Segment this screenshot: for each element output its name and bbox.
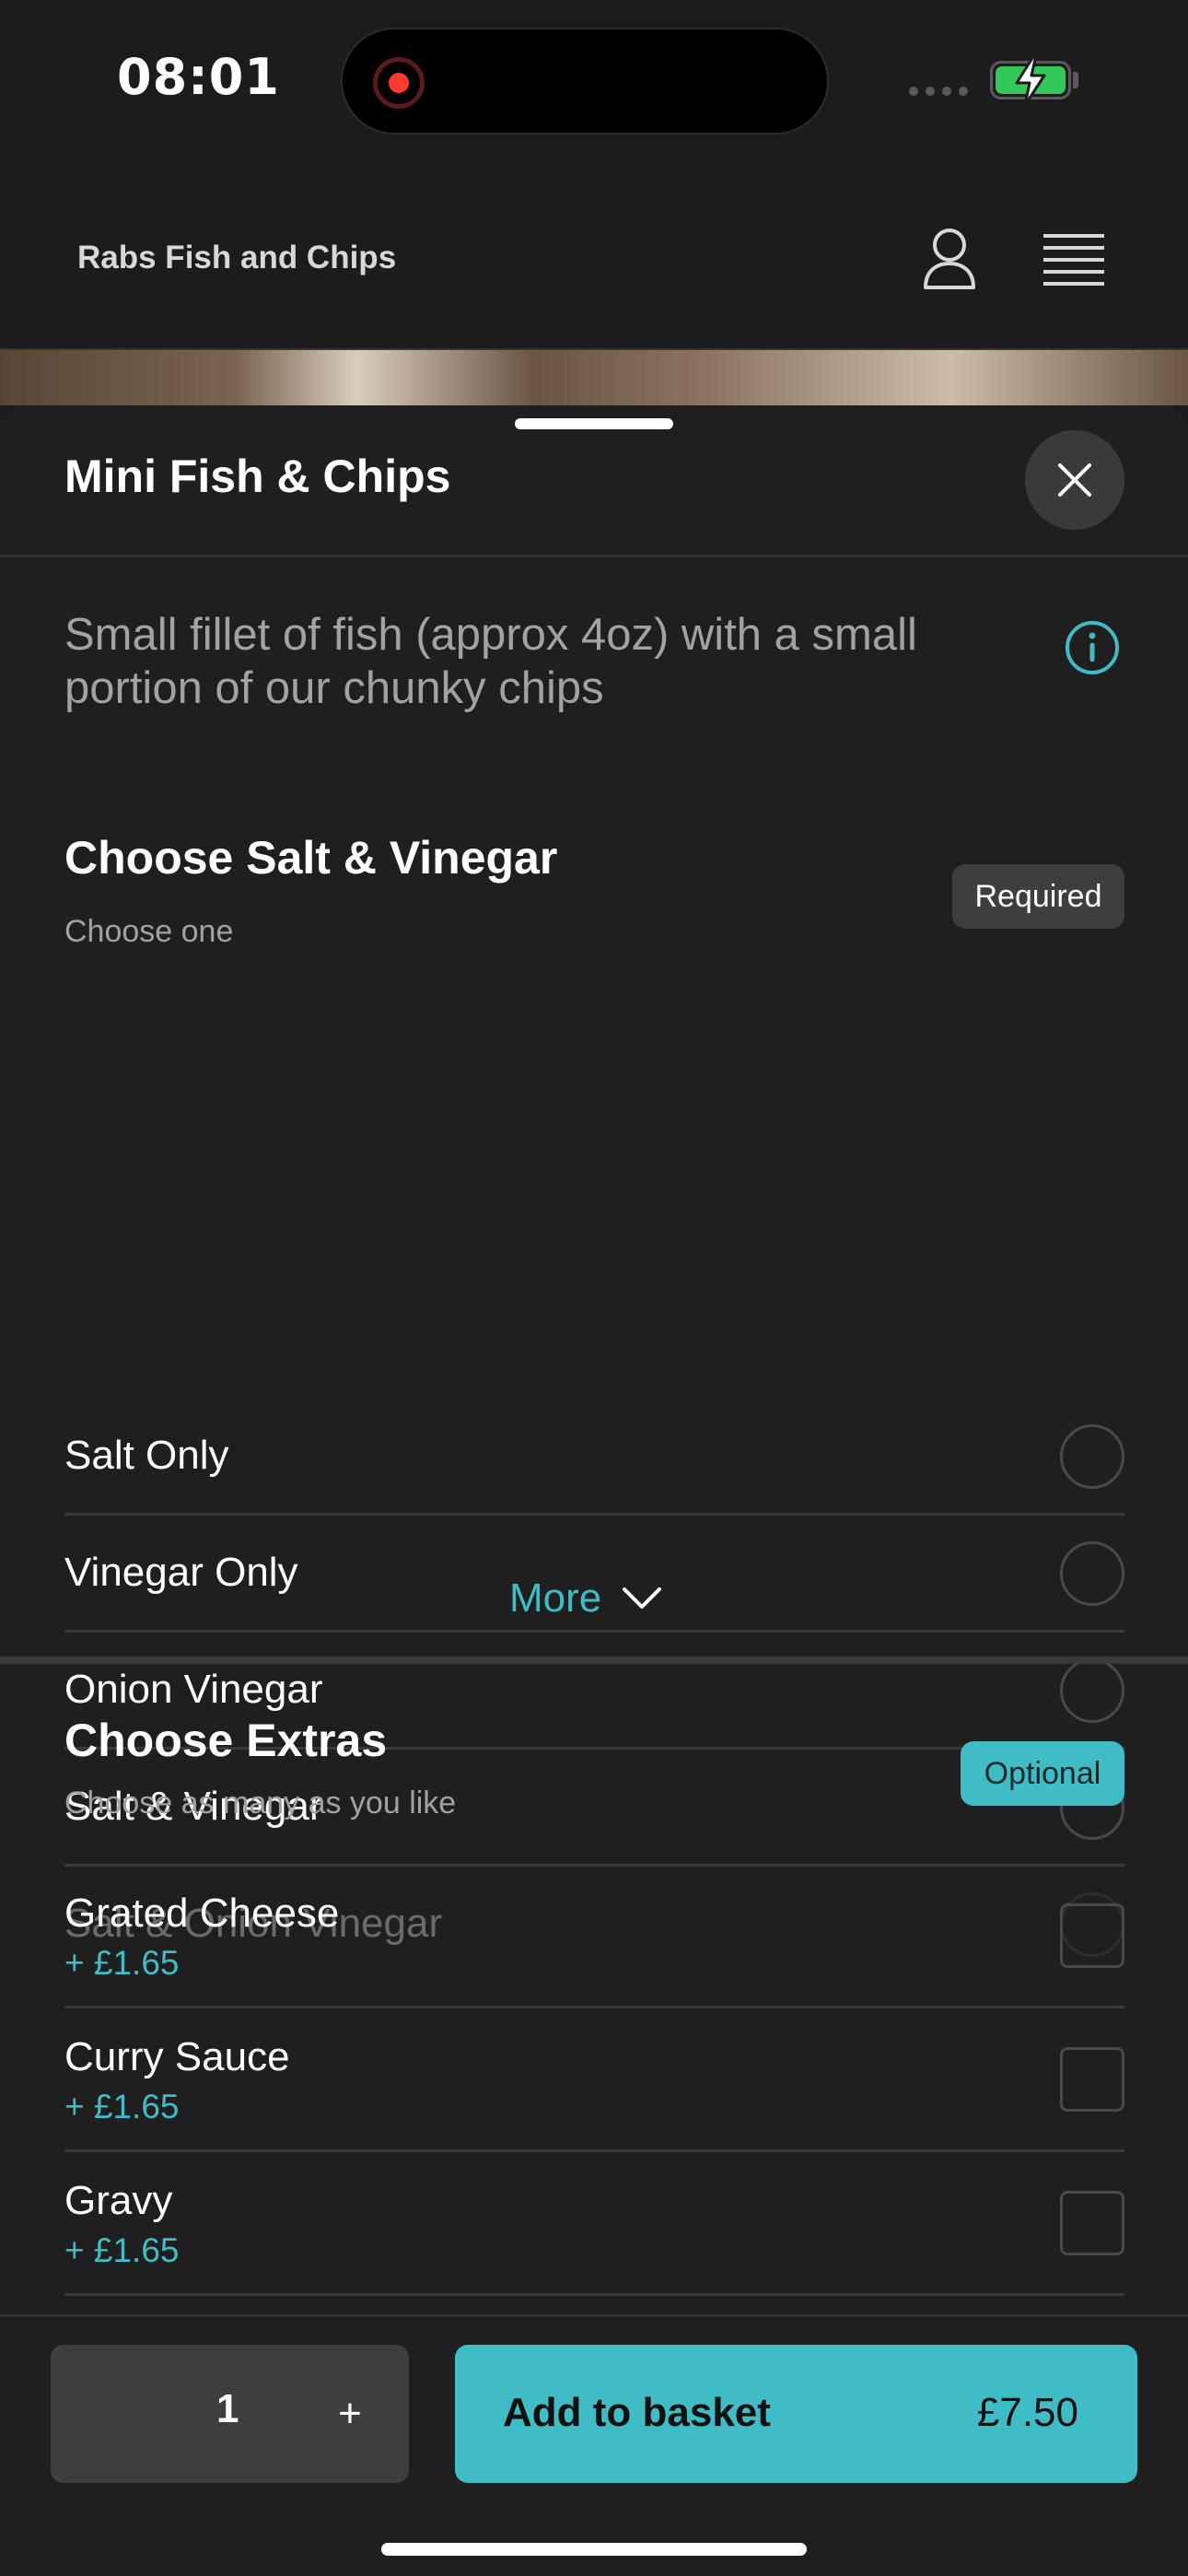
- item-title: Mini Fish & Chips: [64, 451, 451, 502]
- app-screen: 08:01 Rabs Fish and Chips Mini Fish & Ch…: [0, 0, 1188, 2576]
- more-button[interactable]: More: [509, 1575, 662, 1622]
- add-to-basket-button[interactable]: Add to basket £7.50: [455, 2345, 1137, 2483]
- extra-curry-sauce[interactable]: Curry Sauce + £1.65: [64, 2008, 1124, 2152]
- quantity-stepper[interactable]: 1 +: [51, 2345, 409, 2483]
- home-indicator[interactable]: [381, 2543, 807, 2556]
- extra-label: Gravy: [64, 2178, 173, 2223]
- extra-label: Curry Sauce: [64, 2034, 290, 2079]
- checkbox[interactable]: [1060, 2191, 1124, 2255]
- extra-price: + £1.65: [64, 2088, 180, 2125]
- optional-badge: Optional: [961, 1741, 1124, 1806]
- option-label: Onion Vinegar: [64, 1667, 323, 1712]
- extra-gravy[interactable]: Gravy + £1.65: [64, 2152, 1124, 2296]
- option-label: Salt Only: [64, 1433, 229, 1478]
- salt-section-subtitle: Choose one: [64, 914, 234, 949]
- bottom-action-bar: 1 + Add to basket £7.50: [0, 2314, 1188, 2576]
- option-label: Vinegar Only: [64, 1550, 298, 1595]
- more-label: More: [509, 1575, 602, 1621]
- close-icon: [1058, 463, 1091, 497]
- status-time: 08:01: [117, 48, 280, 106]
- charging-bolt-icon: [1015, 53, 1046, 107]
- extra-price: + £1.65: [64, 2231, 180, 2269]
- signal-icon: [909, 87, 968, 96]
- radio-button[interactable]: [1060, 1658, 1124, 1723]
- salt-section-title: Choose Salt & Vinegar: [64, 832, 558, 884]
- add-to-basket-label: Add to basket: [503, 2390, 771, 2435]
- screen-record-icon: [373, 57, 425, 109]
- menu-icon[interactable]: [1043, 232, 1104, 287]
- site-title[interactable]: Rabs Fish and Chips: [77, 240, 396, 276]
- hero-image: [0, 350, 1188, 405]
- radio-button[interactable]: [1060, 1424, 1124, 1489]
- dynamic-island: [341, 28, 829, 135]
- site-header: Rabs Fish and Chips: [0, 166, 1188, 350]
- radio-button[interactable]: [1060, 1541, 1124, 1606]
- status-bar: 08:01: [0, 0, 1188, 166]
- checkbox[interactable]: [1060, 1903, 1124, 1968]
- extra-price: + £1.65: [64, 1944, 180, 1982]
- item-description: Small fillet of fish (approx 4oz) with a…: [64, 610, 917, 713]
- info-icon[interactable]: [1064, 619, 1121, 676]
- basket-total: £7.50: [976, 2390, 1078, 2435]
- extras-section-subtitle: Choose as many as you like: [64, 1786, 457, 1821]
- extras-section-title: Choose Extras: [64, 1715, 388, 1766]
- sheet-grabber[interactable]: [515, 418, 673, 429]
- chevron-down-icon: [623, 1587, 662, 1609]
- increment-button[interactable]: +: [327, 2382, 373, 2446]
- option-salt-only[interactable]: Salt Only: [64, 1399, 1124, 1516]
- required-badge: Required: [952, 864, 1124, 929]
- section-divider: [0, 1657, 1188, 1664]
- extra-grated-cheese[interactable]: Grated Cheese + £1.65: [64, 1865, 1124, 2008]
- checkbox[interactable]: [1060, 2047, 1124, 2112]
- user-icon[interactable]: [921, 227, 978, 293]
- extra-label: Grated Cheese: [64, 1891, 340, 1936]
- quantity-value: 1: [216, 2386, 239, 2431]
- divider: [0, 555, 1188, 557]
- close-button[interactable]: [1025, 430, 1124, 530]
